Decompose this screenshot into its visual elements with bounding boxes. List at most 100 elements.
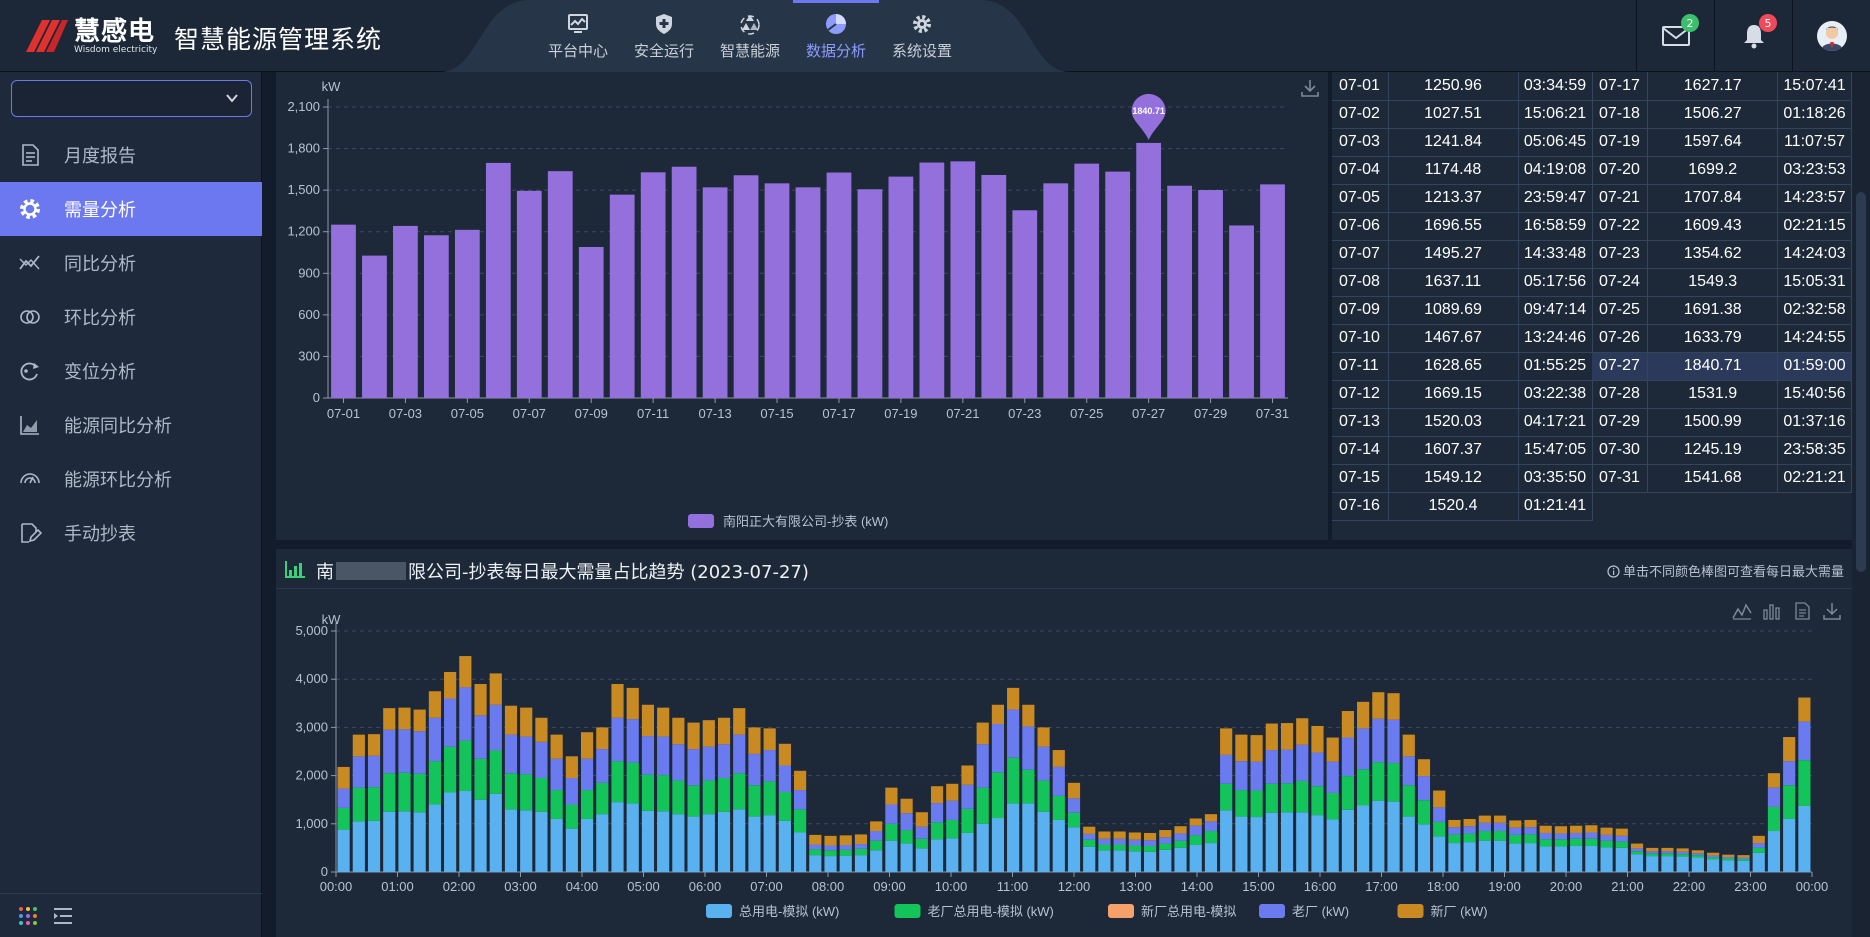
stacked-bar-segment <box>1265 723 1278 751</box>
sidebar-item-energy-yoy[interactable]: 能源同比分析 <box>0 398 262 452</box>
stacked-bar-segment <box>1767 831 1781 872</box>
sidebar-item-demand-analysis[interactable]: 需量分析 <box>0 182 262 236</box>
nav-platform-center[interactable]: 平台中心 <box>535 0 621 72</box>
stacked-bar-segment <box>474 799 487 872</box>
stacked-bar-segment <box>641 736 655 775</box>
nav-data-analysis[interactable]: 数据分析 <box>793 0 879 72</box>
table-row: 07-01 1250.96 03:34:59 <box>1332 72 1593 101</box>
stacked-bar-segment <box>1204 821 1218 832</box>
mail-button[interactable]: 2 <box>1636 0 1714 72</box>
stacked-bar-segment <box>870 831 883 841</box>
page-scrollbar[interactable] <box>1852 72 1870 937</box>
x-tick-label: 15:00 <box>1242 879 1275 894</box>
stacked-bar-segment <box>1752 847 1765 853</box>
date-cell: 07-26 <box>1592 324 1649 353</box>
scrollbar-thumb[interactable] <box>1856 192 1866 572</box>
stacked-bar-segment <box>854 855 868 872</box>
sidebar-item-yoy-analysis[interactable]: 同比分析 <box>0 236 262 290</box>
x-tick-label: 07:00 <box>750 879 783 894</box>
date-cell: 07-01 <box>1332 72 1389 101</box>
stacked-bar-segment <box>1357 701 1370 729</box>
stacked-bar-segment <box>1676 856 1689 872</box>
stacked-bar-segment <box>657 811 670 872</box>
nav-system-settings[interactable]: 系统设置 <box>879 0 965 72</box>
sidebar-item-label: 环比分析 <box>64 308 136 329</box>
max-demand-cell: 1691.38 <box>1647 296 1779 325</box>
sidebar-footer <box>0 893 262 937</box>
stacked-bar-segment <box>1752 835 1765 844</box>
stacked-bar-segment <box>596 782 609 815</box>
date-cell: 07-02 <box>1332 100 1389 129</box>
notification-button[interactable]: 5 <box>1714 0 1792 72</box>
time-cell: 15:40:56 <box>1777 380 1852 409</box>
max-demand-cell: 1500.99 <box>1647 408 1779 437</box>
panel-header: 南 限公司-抄表每日最大需量占比趋势 (2023-07-27) 单击不同颜色棒图… <box>276 549 1852 589</box>
stacked-bar-segment <box>1128 851 1141 872</box>
apps-grid-icon[interactable] <box>18 906 38 926</box>
collapse-menu-icon[interactable] <box>52 906 74 926</box>
legend-item: 老厂总用电-模拟 (kW) <box>894 904 1054 919</box>
stacked-bar-segment <box>428 717 441 762</box>
sidebar-item-monthly-report[interactable]: 月度报告 <box>0 128 262 182</box>
date-cell: 07-22 <box>1592 212 1649 241</box>
x-tick-label: 02:00 <box>443 879 476 894</box>
y-tick-label: 3,000 <box>295 719 328 734</box>
nav-safe-operation[interactable]: 安全运行 <box>621 0 707 72</box>
x-tick-label: 08:00 <box>812 879 845 894</box>
stacked-bar-segment <box>1387 801 1400 872</box>
stacked-bar-segment <box>1098 850 1111 872</box>
table-row: 07-30 1245.19 23:58:35 <box>1592 436 1852 465</box>
stacked-bar-segment <box>687 722 700 750</box>
sidebar-item-mom-analysis[interactable]: 环比分析 <box>0 290 262 344</box>
date-cell: 07-16 <box>1332 492 1389 521</box>
sidebar-item-label: 同比分析 <box>64 254 136 275</box>
stacked-bar-segment <box>1326 737 1339 762</box>
sidebar-item-energy-mom[interactable]: 能源环比分析 <box>0 452 262 506</box>
stacked-bar-segment <box>352 756 365 788</box>
x-tick-label: 07-05 <box>451 406 484 421</box>
user-menu-button[interactable] <box>1792 0 1870 72</box>
stacked-bar-segment <box>1661 856 1674 872</box>
stacked-bar-segment <box>565 778 578 805</box>
table-row: 07-05 1213.37 23:59:47 <box>1332 184 1593 213</box>
table-row: 07-23 1354.62 14:24:03 <box>1592 240 1852 269</box>
date-cell: 07-07 <box>1332 240 1389 269</box>
sidebar-item-displacement-analysis[interactable]: 变位分析 <box>0 344 262 398</box>
recycle-icon <box>740 14 760 35</box>
daily-demand-table: 07-01 1250.96 03:34:59 07-02 1027.51 15:06:21… <box>1332 72 1852 540</box>
stacked-bar-segment <box>580 790 594 819</box>
stacked-bar-segment <box>1341 737 1354 777</box>
date-cell: 07-13 <box>1332 408 1389 437</box>
x-tick-label: 07-13 <box>698 406 731 421</box>
stacked-bar-segment <box>1752 843 1765 848</box>
stacked-bar-segment <box>1570 832 1583 839</box>
time-cell: 23:58:35 <box>1777 436 1852 465</box>
stacked-bar-segment <box>428 691 441 718</box>
stacked-bar-segment <box>398 811 411 872</box>
stacked-bar-segment <box>1478 840 1491 872</box>
stacked-bar-segment <box>1783 785 1796 819</box>
stacked-bar-segment <box>1052 750 1065 767</box>
table-row: 07-06 1696.55 16:58:59 <box>1332 212 1593 241</box>
download-icon[interactable] <box>1300 78 1320 98</box>
legend-item: 老厂 (kW) <box>1259 904 1349 919</box>
time-cell: 15:05:31 <box>1777 268 1852 297</box>
x-tick-label: 00:00 <box>1796 879 1829 894</box>
legend-swatch <box>1108 904 1134 918</box>
stacked-bar-segment <box>1600 827 1613 835</box>
bar-chart-icon <box>285 561 305 578</box>
x-tick-label: 07-29 <box>1194 406 1227 421</box>
stacked-bar-segment <box>1554 833 1568 840</box>
stacked-bar-segment <box>504 809 518 872</box>
time-cell: 14:33:48 <box>1518 240 1593 269</box>
stacked-bar-segment <box>1798 721 1811 761</box>
nav-smart-energy[interactable]: 智慧能源 <box>707 0 793 72</box>
stacked-bar-segment <box>1524 834 1537 844</box>
company-select[interactable] <box>11 80 252 117</box>
date-cell: 07-15 <box>1332 464 1389 493</box>
sidebar-item-manual-reading[interactable]: 手动抄表 <box>0 506 262 560</box>
stacked-bar-segment <box>1067 827 1081 872</box>
stacked-bar-segment <box>1630 848 1644 852</box>
stacked-bar-segment <box>1341 809 1354 872</box>
stacked-bar-segment <box>1159 837 1172 844</box>
